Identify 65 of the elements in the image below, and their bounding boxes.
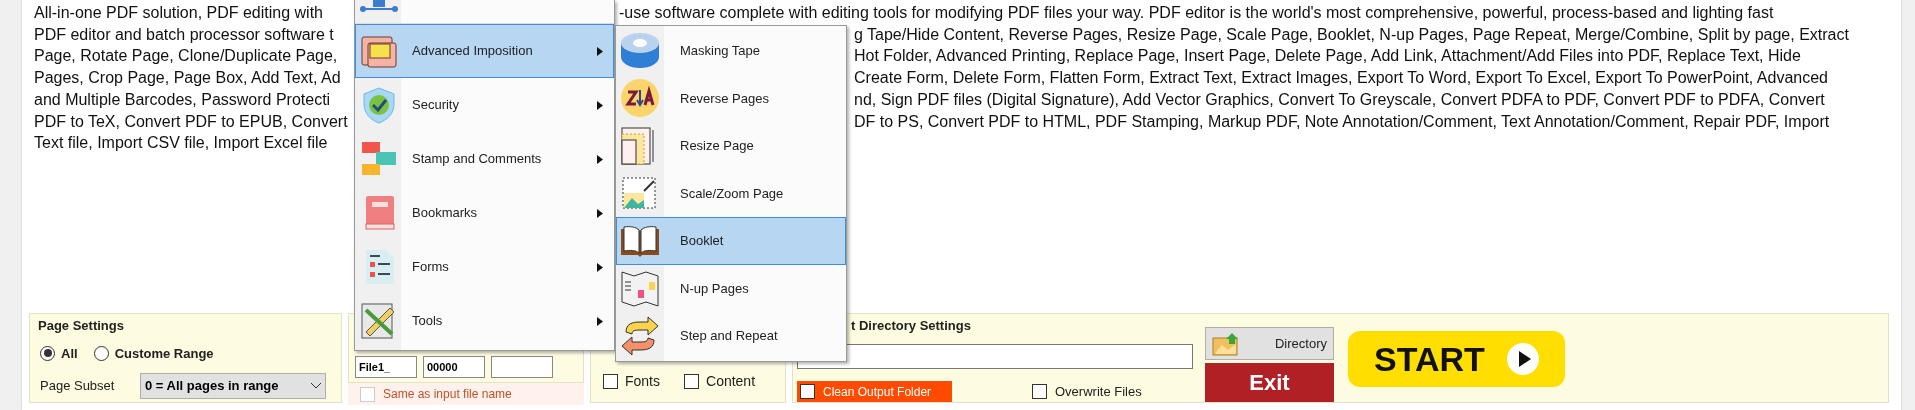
- menu-item[interactable]: Step and Repeat: [616, 312, 846, 360]
- menu-item[interactable]: Masking Tape: [616, 27, 846, 75]
- checkbox-label: Same as input file name: [383, 386, 512, 403]
- radio-button[interactable]: [40, 345, 55, 361]
- submenu-arrow-icon: [597, 100, 603, 110]
- checkbox[interactable]: [1032, 384, 1047, 399]
- folder-arrow-icon: [1212, 331, 1240, 356]
- submenu-arrow-icon: [597, 208, 603, 218]
- menu-item[interactable]: Stamp and Comments: [355, 132, 614, 186]
- group-title: t Directory Settings: [851, 317, 972, 335]
- description-text: nd, Sign PDF files (Digital Signature), Add Vector Graphics, Convert To Greyscale, Convert PDFA to PDF, Convert PDF to PDFA, Convert: [854, 89, 1825, 110]
- menu-item[interactable]: Scale/Zoom Page: [616, 169, 846, 217]
- description-text: Hot Folder, Advanced Printing, Replace Page, Insert Page, Delete Page, Add Link, Attachment/Add Files into PDF, Replace Text, Hide: [854, 46, 1801, 67]
- description-text: Create Form, Delete Form, Flatten Form, Extract Text, Extract Images, Export To Word, Export To Excel, Export To PowerPoint, Advanced: [854, 68, 1828, 89]
- menu-item[interactable]: Security: [355, 78, 614, 132]
- description-text: g Tape/Hide Content, Reverse Pages, Resize Page, Scale Page, Booklet, N-up Pages, Page Repeat, Merge/Combine, Split by page, Extract: [854, 24, 1849, 45]
- field-label: Page Subset: [40, 377, 116, 396]
- menu-item[interactable]: Booklet: [616, 217, 846, 265]
- radio-label: All: [61, 344, 78, 363]
- submenu-arrow-icon: [597, 316, 603, 326]
- checkbox[interactable]: [684, 374, 699, 389]
- text-field[interactable]: 00000: [423, 356, 485, 378]
- group-title: Page Settings: [38, 317, 125, 335]
- description-text: Pages, Crop Page, Page Box, Add Text, Ad: [34, 69, 341, 87]
- menu-item[interactable]: Advanced Imposition: [355, 24, 614, 78]
- text-field[interactable]: [491, 356, 553, 378]
- sort-icon: [620, 78, 660, 119]
- menu-item[interactable]: Resize Page: [616, 122, 846, 170]
- submenu-arrow-icon: [597, 262, 603, 272]
- directory-field[interactable]: [797, 343, 1193, 369]
- submenu-arrow-icon: [597, 46, 603, 56]
- menu-item[interactable]: Tools: [355, 294, 614, 348]
- shield-check-icon: [360, 86, 398, 124]
- repeat-arrows-icon: [620, 315, 660, 356]
- description-text: DF to PS, Convert PDF to HTML, PDF Stamping, Markup PDF, Note Annotation/Comment, Text Annotation/Comment, Repair PDF, Import: [854, 111, 1830, 132]
- network-icon: [359, 0, 399, 14]
- description-text: PDF editor and batch processor software t: [34, 25, 334, 43]
- submenu-arrow-icon: [597, 154, 603, 164]
- menu-item[interactable]: Bookmarks: [355, 186, 614, 240]
- checkbox-label: Fonts: [625, 372, 660, 391]
- radio-button[interactable]: [93, 345, 109, 361]
- description-text: and Multiple Barcodes, Password Protecti: [34, 90, 331, 108]
- description-text: All-in-one PDF solution, PDF editing with: [34, 4, 323, 21]
- brochure-icon: [620, 268, 660, 309]
- checkbox-label: Content: [706, 372, 756, 391]
- page-subset-dropdown[interactable]: 0 = All pages in range: [140, 373, 326, 399]
- description-text: -use software complete with editing tools for modifying PDF files your way. PDF editor is the world's most comprehensive, powerful, process-based and lighting fast: [619, 3, 1774, 23]
- text-field[interactable]: File1_: [355, 356, 417, 378]
- menu-item[interactable]: N-up Pages: [616, 264, 846, 312]
- menu-item[interactable]: Forms: [355, 240, 614, 294]
- directory-button[interactable]: Directory: [1205, 327, 1334, 361]
- description-text: Page, Rotate Page, Clone/Duplicate Page,: [34, 47, 338, 65]
- play-icon: [1506, 343, 1539, 375]
- comments-icon: [360, 140, 398, 178]
- start-button[interactable]: START: [1348, 331, 1565, 387]
- description-text: PDF to TeX, Convert PDF to EPUB, Convert: [34, 112, 348, 130]
- checkbox[interactable]: [800, 384, 815, 399]
- radio-label: Custome Range: [114, 344, 214, 363]
- chevron-down-icon: [311, 383, 321, 389]
- exit-button[interactable]: Exit: [1205, 363, 1334, 402]
- checkbox-label: Overwrite Files: [1055, 382, 1142, 401]
- menu-item[interactable]: Reverse Pages: [616, 74, 846, 122]
- checkbox[interactable]: [603, 374, 618, 389]
- tape-roll-icon: [620, 30, 660, 71]
- description-text: Text file, Import CSV file, Import Excel file: [34, 134, 328, 152]
